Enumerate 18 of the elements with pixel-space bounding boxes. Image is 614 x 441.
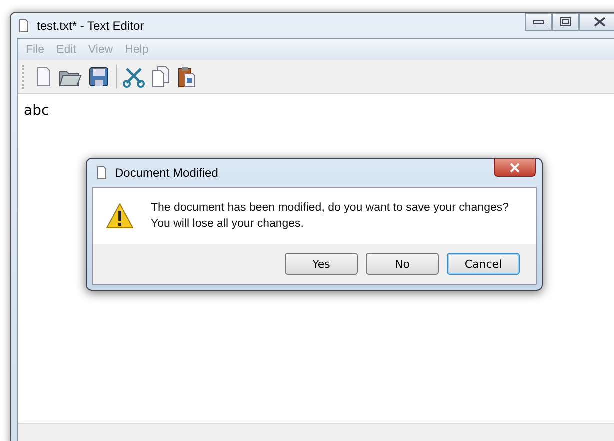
editor-text: abc bbox=[24, 103, 50, 119]
document-icon bbox=[19, 18, 29, 32]
document-icon bbox=[97, 166, 107, 180]
minimize-button[interactable] bbox=[525, 13, 552, 31]
window-title: test.txt* - Text Editor bbox=[37, 18, 144, 32]
close-button[interactable] bbox=[494, 159, 536, 177]
maximize-button[interactable] bbox=[552, 13, 579, 31]
dialog-button[interactable]: No bbox=[366, 253, 439, 275]
close-icon bbox=[594, 17, 606, 27]
close-button[interactable] bbox=[579, 13, 614, 31]
dialog-button[interactable]: Yes bbox=[285, 253, 358, 275]
warning-icon bbox=[105, 202, 135, 230]
dialog-button[interactable]: Cancel bbox=[447, 253, 520, 275]
maximize-icon bbox=[560, 17, 572, 27]
dialog-message: The document has been modified, do you want to save your changes? You will lose all your changes. bbox=[151, 201, 510, 232]
close-icon bbox=[509, 162, 521, 172]
minimize-icon bbox=[532, 18, 544, 26]
dialog-title: Document Modified bbox=[115, 166, 218, 180]
